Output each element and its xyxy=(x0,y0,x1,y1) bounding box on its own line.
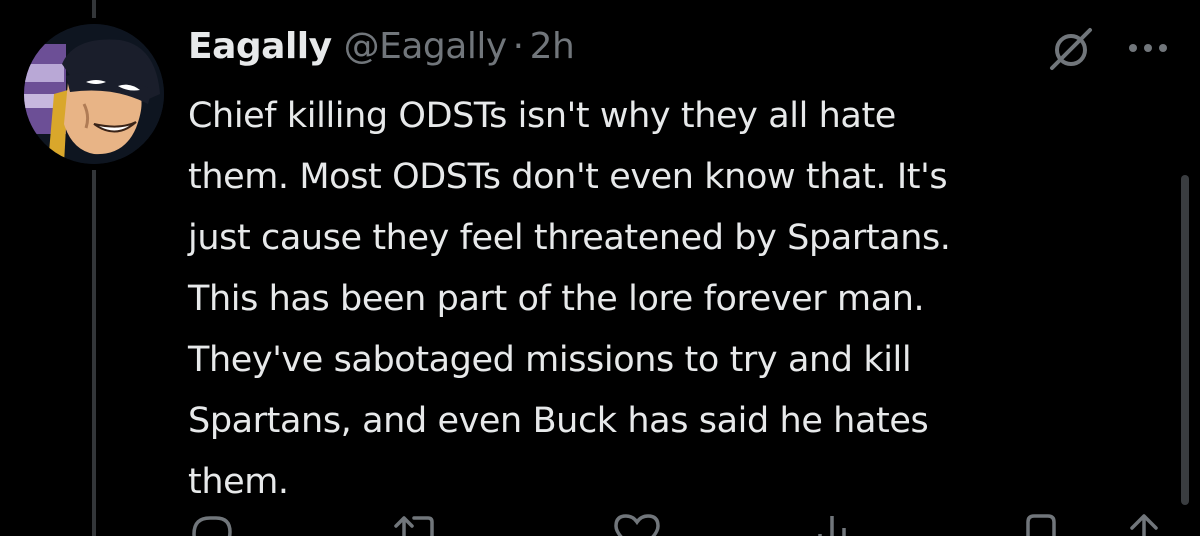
views-icon xyxy=(818,516,846,536)
tweet-text-line: them. Most ODSTs don't even know that. I… xyxy=(188,157,948,197)
tweet-text-line: This has been part of the lore forever m… xyxy=(188,279,925,319)
grok-icon[interactable] xyxy=(1048,26,1094,72)
separator-dot: · xyxy=(512,25,524,67)
share-button[interactable] xyxy=(1122,512,1166,536)
tweet-text-line: Chief killing ODSTs isn't why they all h… xyxy=(188,96,896,136)
user-handle[interactable]: @Eagally xyxy=(344,26,508,67)
tweet-text-line: them. xyxy=(188,462,289,502)
retweet-icon xyxy=(394,516,434,536)
tweet-text-line: Spartans, and even Buck has said he hate… xyxy=(188,401,929,441)
reply-button[interactable] xyxy=(188,512,234,536)
display-name[interactable]: Eagally xyxy=(188,26,332,67)
more-icon[interactable] xyxy=(1122,28,1174,68)
bookmark-button[interactable] xyxy=(1020,512,1062,536)
reply-icon xyxy=(192,516,232,536)
like-button[interactable] xyxy=(612,512,662,536)
share-icon xyxy=(1130,514,1158,536)
tweet-text-line: just cause they feel threatened by Spart… xyxy=(188,218,951,258)
views-button[interactable] xyxy=(812,512,856,536)
retweet-button[interactable] xyxy=(390,512,446,536)
scrollbar[interactable] xyxy=(1181,175,1189,505)
timestamp[interactable]: 2h xyxy=(530,26,575,67)
tweet-actions xyxy=(0,512,1200,536)
heart-icon xyxy=(614,514,660,536)
bookmark-icon xyxy=(1026,514,1056,536)
tweet-header: Eagally @Eagally · 2h xyxy=(188,16,575,76)
tweet-text: Chief killing ODSTs isn't why they all h… xyxy=(188,86,1148,513)
avatar[interactable] xyxy=(24,24,164,164)
tweet-text-line: They've sabotaged missions to try and ki… xyxy=(188,340,912,380)
thread-line-top xyxy=(92,0,96,18)
thread-line-bottom xyxy=(92,170,96,536)
